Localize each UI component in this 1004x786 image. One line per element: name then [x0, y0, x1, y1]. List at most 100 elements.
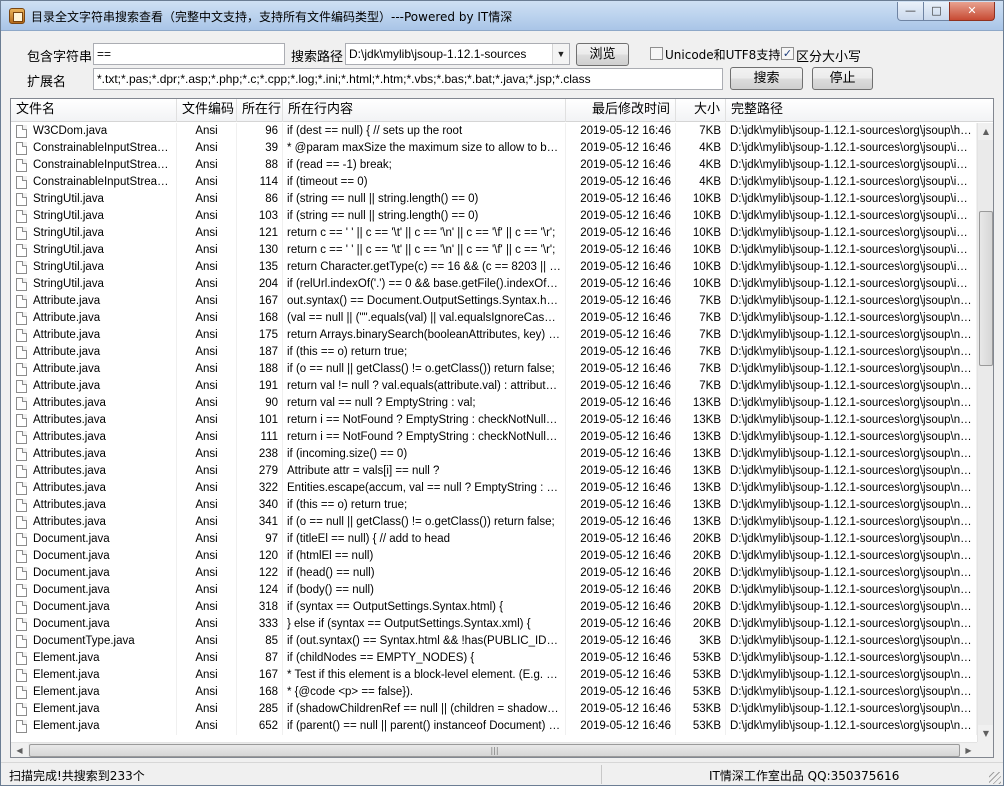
- cell-line-content: if (this == o) return true;: [283, 497, 566, 514]
- chevron-down-icon[interactable]: ▼: [552, 44, 569, 64]
- table-row[interactable]: StringUtil.java Ansi 86 if (string == null…: [11, 191, 977, 208]
- table-row[interactable]: Attributes.java Ansi 341 if (o == null || …: [11, 514, 977, 531]
- cell-full-path: D:\jdk\mylib\jsoup-1.12.1-sources\org\js…: [726, 480, 977, 497]
- cell-size: 7KB: [676, 327, 726, 344]
- table-row[interactable]: StringUtil.java Ansi 204 if (relUrl.indexO…: [11, 276, 977, 293]
- cell-line-number: 167: [237, 667, 283, 684]
- stop-button[interactable]: 停止: [812, 67, 873, 90]
- table-row[interactable]: Element.java Ansi 652 if (parent() == null…: [11, 718, 977, 735]
- column-header-line[interactable]: 所在行: [237, 99, 283, 122]
- cell-line-number: 96: [237, 123, 283, 140]
- results-list[interactable]: 文件名 文件编码 所在行 所在行内容 最后修改时间 大小 完整路径 W3CDom…: [10, 98, 994, 758]
- cell-modified-time: 2019-05-12 16:46: [566, 174, 676, 191]
- extension-input[interactable]: *.txt;*.pas;*.dpr;*.asp;*.php;*.c;*.cpp;…: [93, 68, 723, 90]
- cell-line-number: 168: [237, 310, 283, 327]
- vertical-scrollbar[interactable]: ▲ ▼: [977, 123, 993, 742]
- table-row[interactable]: StringUtil.java Ansi 103 if (string == nul…: [11, 208, 977, 225]
- table-row[interactable]: ConstrainableInputStream.java Ansi 114 if …: [11, 174, 977, 191]
- scroll-left-icon[interactable]: ◀: [11, 743, 28, 757]
- cell-size: 10KB: [676, 191, 726, 208]
- table-row[interactable]: Attributes.java Ansi 279 Attribute attr = …: [11, 463, 977, 480]
- horizontal-scroll-thumb[interactable]: |||: [29, 744, 960, 757]
- table-row[interactable]: Attributes.java Ansi 322 Entities.escape(a…: [11, 480, 977, 497]
- cell-line-number: 341: [237, 514, 283, 531]
- cell-modified-time: 2019-05-12 16:46: [566, 633, 676, 650]
- table-row[interactable]: Element.java Ansi 285 if (shadowChildrenRe…: [11, 701, 977, 718]
- table-row[interactable]: Document.java Ansi 122 if (head() == null)…: [11, 565, 977, 582]
- cell-full-path: D:\jdk\mylib\jsoup-1.12.1-sources\org\js…: [726, 157, 977, 174]
- case-sensitive-checkbox[interactable]: ✓: [781, 47, 794, 60]
- cell-file-name: Document.java: [29, 531, 177, 548]
- cell-encoding: Ansi: [177, 531, 237, 548]
- scroll-right-icon[interactable]: ▶: [960, 743, 977, 757]
- close-button[interactable]: ✕: [949, 2, 995, 21]
- minimize-button[interactable]: —: [897, 2, 924, 21]
- table-row[interactable]: Attributes.java Ansi 101 return i == NotFo…: [11, 412, 977, 429]
- title-bar[interactable]: 目录全文字符串搜索查看（完整中文支持，支持所有文件编码类型）---Powered…: [1, 1, 1003, 31]
- search-path-combo[interactable]: D:\jdk\mylib\jsoup-1.12.1-sources ▼: [345, 43, 570, 65]
- horizontal-scrollbar[interactable]: ◀ ||| ▶: [11, 742, 977, 757]
- cell-full-path: D:\jdk\mylib\jsoup-1.12.1-sources\org\js…: [726, 531, 977, 548]
- table-row[interactable]: StringUtil.java Ansi 135 return Character.…: [11, 259, 977, 276]
- table-row[interactable]: W3CDom.java Ansi 96 if (dest == null) { //…: [11, 123, 977, 140]
- cell-size: 7KB: [676, 344, 726, 361]
- cell-line-content: if (this == o) return true;: [283, 344, 566, 361]
- cell-line-content: out.syntax() == Document.OutputSettings.…: [283, 293, 566, 310]
- table-row[interactable]: Document.java Ansi 120 if (htmlEl == null)…: [11, 548, 977, 565]
- table-row[interactable]: Attribute.java Ansi 188 if (o == null || g…: [11, 361, 977, 378]
- column-header-size[interactable]: 大小: [676, 99, 726, 122]
- column-header-encoding[interactable]: 文件编码: [177, 99, 237, 122]
- cell-modified-time: 2019-05-12 16:46: [566, 616, 676, 633]
- table-row[interactable]: Document.java Ansi 124 if (body() == null)…: [11, 582, 977, 599]
- column-header-content[interactable]: 所在行内容: [283, 99, 566, 122]
- cell-modified-time: 2019-05-12 16:46: [566, 667, 676, 684]
- cell-line-content: if (timeout == 0): [283, 174, 566, 191]
- table-row[interactable]: DocumentType.java Ansi 85 if (out.syntax()…: [11, 633, 977, 650]
- vertical-scroll-thumb[interactable]: [979, 211, 993, 366]
- table-row[interactable]: Attribute.java Ansi 191 return val != null…: [11, 378, 977, 395]
- cell-size: 20KB: [676, 531, 726, 548]
- cell-line-number: 124: [237, 582, 283, 599]
- table-row[interactable]: Attribute.java Ansi 187 if (this == o) ret…: [11, 344, 977, 361]
- browse-button[interactable]: 浏览: [576, 43, 629, 66]
- resize-grip-icon[interactable]: [989, 772, 1001, 784]
- table-row[interactable]: Attribute.java Ansi 175 return Arrays.bina…: [11, 327, 977, 344]
- cell-modified-time: 2019-05-12 16:46: [566, 361, 676, 378]
- contains-input[interactable]: ==: [93, 43, 285, 65]
- unicode-checkbox[interactable]: [650, 47, 663, 60]
- table-row[interactable]: ConstrainableInputStream.java Ansi 39 * @p…: [11, 140, 977, 157]
- table-row[interactable]: Attributes.java Ansi 340 if (this == o) re…: [11, 497, 977, 514]
- table-row[interactable]: Element.java Ansi 87 if (childNodes == EMP…: [11, 650, 977, 667]
- cell-line-content: return c == ' ' || c == '\t' || c == '\n…: [283, 242, 566, 259]
- cell-full-path: D:\jdk\mylib\jsoup-1.12.1-sources\org\js…: [726, 429, 977, 446]
- table-row[interactable]: StringUtil.java Ansi 130 return c == ' ' |…: [11, 242, 977, 259]
- cell-file-name: StringUtil.java: [29, 208, 177, 225]
- table-row[interactable]: ConstrainableInputStream.java Ansi 88 if (…: [11, 157, 977, 174]
- table-row[interactable]: Attributes.java Ansi 111 return i == NotFo…: [11, 429, 977, 446]
- table-row[interactable]: Document.java Ansi 333 } else if (syntax =…: [11, 616, 977, 633]
- column-header-name[interactable]: 文件名: [11, 99, 177, 122]
- table-row[interactable]: Attribute.java Ansi 167 out.syntax() == Do…: [11, 293, 977, 310]
- table-row[interactable]: Attributes.java Ansi 90 return val == null…: [11, 395, 977, 412]
- table-row[interactable]: StringUtil.java Ansi 121 return c == ' ' |…: [11, 225, 977, 242]
- cell-line-number: 285: [237, 701, 283, 718]
- table-row[interactable]: Element.java Ansi 168 * {@code <p> == fals…: [11, 684, 977, 701]
- case-sensitive-label: 区分大小写: [796, 50, 862, 65]
- table-row[interactable]: Attribute.java Ansi 168 (val == null || ("…: [11, 310, 977, 327]
- table-row[interactable]: Element.java Ansi 167 * Test if this eleme…: [11, 667, 977, 684]
- maximize-button[interactable]: □: [923, 2, 950, 21]
- column-header-modified[interactable]: 最后修改时间: [566, 99, 676, 122]
- cell-line-number: 130: [237, 242, 283, 259]
- cell-encoding: Ansi: [177, 242, 237, 259]
- cell-line-number: 111: [237, 429, 283, 446]
- column-header-path[interactable]: 完整路径: [726, 99, 993, 122]
- cell-file-name: Attributes.java: [29, 412, 177, 429]
- table-row[interactable]: Document.java Ansi 318 if (syntax == Outpu…: [11, 599, 977, 616]
- table-row[interactable]: Document.java Ansi 97 if (titleEl == null)…: [11, 531, 977, 548]
- scroll-down-icon[interactable]: ▼: [978, 725, 993, 742]
- search-button[interactable]: 搜索: [730, 67, 803, 90]
- cell-line-number: 204: [237, 276, 283, 293]
- table-row[interactable]: Attributes.java Ansi 238 if (incoming.size…: [11, 446, 977, 463]
- scroll-up-icon[interactable]: ▲: [978, 123, 993, 140]
- file-icon: [16, 601, 27, 614]
